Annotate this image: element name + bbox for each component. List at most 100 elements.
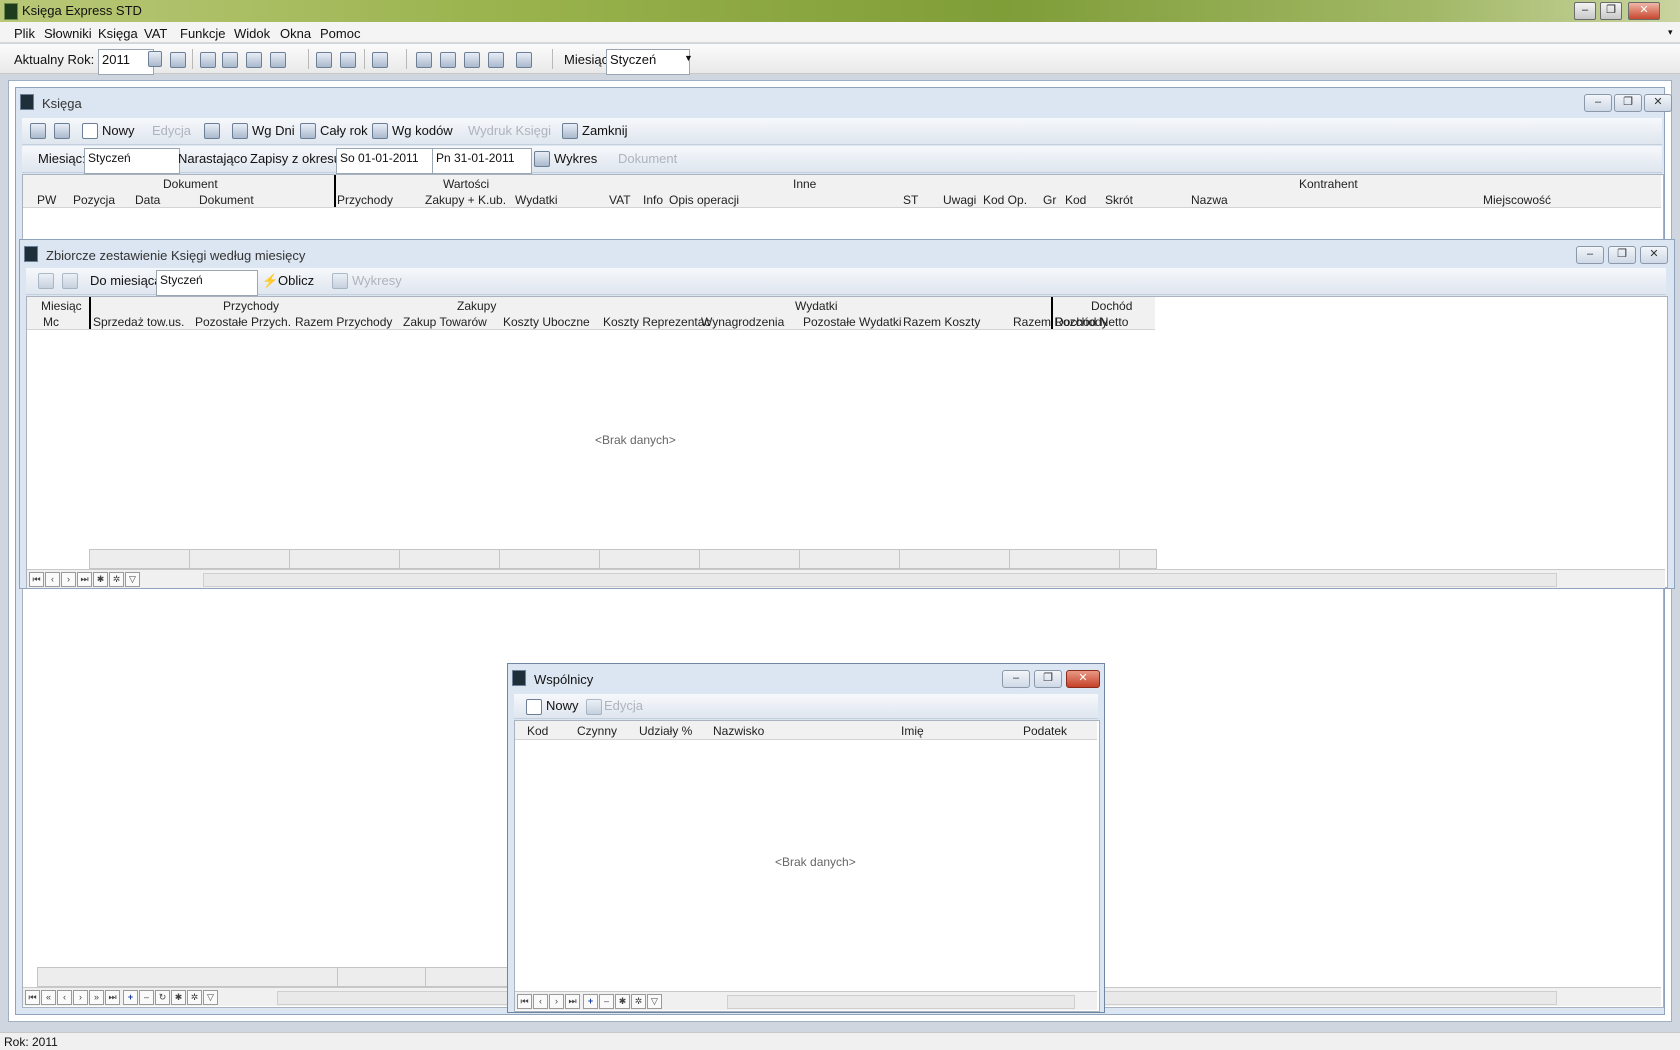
- column-header[interactable]: Zakup Towarów: [403, 315, 487, 329]
- asterisk-icon[interactable]: ✱: [171, 990, 186, 1005]
- compute-button[interactable]: Oblicz: [278, 273, 314, 288]
- menu-ksiega[interactable]: Księga: [98, 26, 138, 41]
- year-input[interactable]: 2011: [98, 49, 154, 75]
- close-icon[interactable]: ✕: [1628, 2, 1660, 20]
- column-header[interactable]: Mc: [43, 315, 59, 329]
- charts-button[interactable]: Wykresy: [352, 273, 402, 288]
- chart-button[interactable]: Wykres: [554, 151, 597, 166]
- column-header[interactable]: Uwagi: [943, 193, 976, 207]
- first-record-icon[interactable]: ⏮: [517, 994, 532, 1009]
- print-icon[interactable]: [54, 123, 70, 139]
- next-record-icon[interactable]: ›: [61, 572, 76, 587]
- column-header[interactable]: Podatek: [1023, 724, 1067, 738]
- horizontal-scrollbar[interactable]: [727, 995, 1075, 1009]
- column-header[interactable]: Skrót: [1105, 193, 1133, 207]
- menu-pomoc[interactable]: Pomoc: [320, 26, 360, 41]
- print-icon[interactable]: [62, 273, 78, 289]
- prev-record-icon[interactable]: ‹: [45, 572, 60, 587]
- restore-icon[interactable]: ❐: [1614, 94, 1642, 112]
- filter-icon[interactable]: ▽: [125, 572, 140, 587]
- first-record-icon[interactable]: ⏮: [25, 990, 40, 1005]
- add-icon[interactable]: +: [583, 994, 598, 1009]
- charts-icon[interactable]: [332, 273, 348, 289]
- horizontal-scrollbar[interactable]: [203, 573, 1557, 587]
- year-spinner-icon[interactable]: [148, 51, 162, 67]
- menu-okna[interactable]: Okna: [280, 26, 311, 41]
- folder-icon[interactable]: [464, 52, 480, 68]
- prev-page-icon[interactable]: «: [41, 990, 56, 1005]
- date-to-input[interactable]: Pn 31-01-2011: [432, 148, 532, 174]
- restore-icon[interactable]: ❐: [1034, 670, 1062, 688]
- column-header[interactable]: Kod: [527, 724, 548, 738]
- filter-icon[interactable]: ▽: [203, 990, 218, 1005]
- column-header[interactable]: Wynagrodzenia: [701, 315, 784, 329]
- column-header[interactable]: Koszty Uboczne: [503, 315, 590, 329]
- filter-clear-icon[interactable]: ✲: [631, 994, 646, 1009]
- column-header[interactable]: Nazwisko: [713, 724, 764, 738]
- add-icon[interactable]: +: [123, 990, 138, 1005]
- preview-icon[interactable]: [270, 52, 286, 68]
- column-header[interactable]: VAT: [609, 193, 631, 207]
- person-icon[interactable]: [340, 52, 356, 68]
- to-month-select[interactable]: Styczeń: [156, 270, 258, 296]
- print-book-button[interactable]: Wydruk Księgi: [468, 123, 551, 138]
- column-header[interactable]: Kod: [1065, 193, 1086, 207]
- close-door-icon[interactable]: [562, 123, 578, 139]
- column-header[interactable]: Razem Przychody: [295, 315, 392, 329]
- column-header[interactable]: ST: [903, 193, 918, 207]
- menu-plik[interactable]: Plik: [14, 26, 35, 41]
- filter-icon[interactable]: ▽: [647, 994, 662, 1009]
- menu-funkcje[interactable]: Funkcje: [180, 26, 226, 41]
- new-button[interactable]: Nowy: [546, 698, 579, 713]
- close-icon[interactable]: ✕: [1644, 94, 1672, 112]
- calendar-icon[interactable]: [440, 52, 456, 68]
- restore-icon[interactable]: ❐: [1608, 246, 1636, 264]
- prev-record-icon[interactable]: ‹: [57, 990, 72, 1005]
- preview-icon[interactable]: [38, 273, 54, 289]
- column-header[interactable]: Razem Koszty: [903, 315, 980, 329]
- refresh-icon[interactable]: ↻: [155, 990, 170, 1005]
- asterisk-icon[interactable]: ✱: [93, 572, 108, 587]
- next-record-icon[interactable]: ›: [73, 990, 88, 1005]
- network-icon[interactable]: [246, 52, 262, 68]
- year-icon[interactable]: [300, 123, 316, 139]
- wizard-icon[interactable]: [316, 52, 332, 68]
- menu-vat[interactable]: VAT: [144, 26, 167, 41]
- wizard-icon[interactable]: [204, 123, 220, 139]
- whole-year-button[interactable]: Cały rok: [320, 123, 368, 138]
- calendar-icon[interactable]: [232, 123, 248, 139]
- date-from-input[interactable]: So 01-01-2011: [336, 148, 436, 174]
- new-icon[interactable]: [526, 699, 542, 715]
- column-header[interactable]: Opis operacji: [669, 193, 739, 207]
- cumulative-toggle[interactable]: Narastająco: [178, 151, 247, 166]
- menu-widok[interactable]: Widok: [234, 26, 270, 41]
- open-folder-icon[interactable]: [170, 52, 186, 68]
- column-header[interactable]: Gr: [1043, 193, 1056, 207]
- minimize-icon[interactable]: –: [1574, 2, 1596, 20]
- menu-chevron-icon[interactable]: ▾: [1668, 27, 1673, 38]
- menu-slowniki[interactable]: Słowniki: [44, 26, 92, 41]
- edit-button[interactable]: Edycja: [152, 123, 191, 138]
- column-header[interactable]: Udziały %: [639, 724, 692, 738]
- preview-icon[interactable]: [30, 123, 46, 139]
- close-button[interactable]: Zamknij: [582, 123, 628, 138]
- minimize-icon[interactable]: –: [1576, 246, 1604, 264]
- first-record-icon[interactable]: ⏮: [29, 572, 44, 587]
- column-header[interactable]: Info: [643, 193, 663, 207]
- column-header[interactable]: Sprzedaż tow.us.: [93, 315, 184, 329]
- minimize-icon[interactable]: –: [1584, 94, 1612, 112]
- next-page-icon[interactable]: »: [89, 990, 104, 1005]
- chevron-down-icon[interactable]: ▼: [684, 53, 693, 63]
- edit-icon[interactable]: [586, 699, 602, 715]
- column-header[interactable]: Koszty Reprezentac: [603, 315, 710, 329]
- last-record-icon[interactable]: ⏭: [565, 994, 580, 1009]
- edit-button[interactable]: Edycja: [604, 698, 643, 713]
- column-header[interactable]: Czynny: [577, 724, 617, 738]
- column-header[interactable]: Data: [135, 193, 160, 207]
- column-header[interactable]: Imię: [901, 724, 924, 738]
- next-record-icon[interactable]: ›: [549, 994, 564, 1009]
- documents-icon[interactable]: [516, 52, 532, 68]
- column-header[interactable]: Pozostałe Wydatki: [803, 315, 902, 329]
- chart-icon[interactable]: [534, 151, 550, 167]
- archive-icon[interactable]: [488, 52, 504, 68]
